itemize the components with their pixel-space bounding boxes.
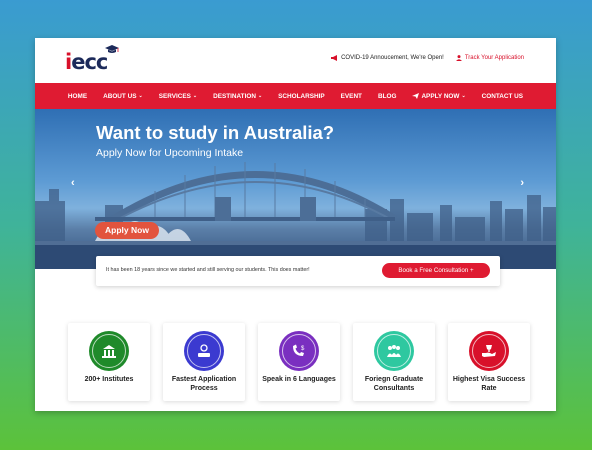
consultation-banner: It has been 18 years since we started an… xyxy=(96,256,500,286)
browser-frame: iecc COVID-19 Annoucement, We're Open! T… xyxy=(35,38,556,411)
chevron-down-icon: ⌄ xyxy=(192,93,198,99)
feature-label: Speak in 6 Languages xyxy=(262,376,336,383)
book-consultation-button[interactable]: Book a Free Consultation + xyxy=(382,263,490,278)
feature-card-fastest-application[interactable]: Fastest Application Process xyxy=(163,323,245,401)
main-navigation: HOME ABOUT US ⌄ SERVICES ⌄ DESTINATION ⌄ SC… xyxy=(35,83,556,109)
graduates-icon xyxy=(374,331,414,371)
feature-card-languages[interactable]: $ Speak in 6 Languages xyxy=(258,323,340,401)
paper-plane-icon xyxy=(412,93,420,99)
nav-label: SERVICES xyxy=(158,92,191,100)
feature-label: Highest Visa Success Rate xyxy=(452,376,526,392)
nav-label: ABOUT US xyxy=(103,92,137,100)
nav-label: APPLY NOW xyxy=(421,92,460,100)
nav-label: BLOG xyxy=(377,92,397,100)
hand-trophy-icon xyxy=(469,331,509,371)
feature-card-visa-success[interactable]: Highest Visa Success Rate xyxy=(448,323,530,401)
slider-prev-arrow-icon[interactable]: ‹ xyxy=(71,177,75,189)
feature-card-consultants[interactable]: Foriegn Graduate Consultants xyxy=(353,323,435,401)
feature-label: 200+ Institutes xyxy=(84,376,134,383)
nav-label: EVENT xyxy=(340,92,362,100)
nav-label: DESTINATION xyxy=(213,92,256,100)
nav-item-home[interactable]: HOME xyxy=(60,93,95,100)
nav-item-destination[interactable]: DESTINATION ⌄ xyxy=(205,93,270,100)
feature-label: Foriegn Graduate Consultants xyxy=(364,376,424,392)
megaphone-icon xyxy=(331,55,338,61)
chevron-down-icon: ⌄ xyxy=(138,93,143,99)
phone-dollar-icon: $ xyxy=(279,331,319,371)
feature-label: Fastest Application Process xyxy=(171,376,237,392)
nav-item-services[interactable]: SERVICES ⌄ xyxy=(151,93,205,100)
nav-item-about-us[interactable]: ABOUT US ⌄ xyxy=(95,93,151,100)
nav-item-scholarship[interactable]: SCHOLARSHIP xyxy=(270,93,333,100)
nav-label: CONTACT US xyxy=(481,92,524,100)
nav-item-contact-us[interactable]: CONTACT US xyxy=(474,93,531,100)
hero-slider: Want to study in Australia? Apply Now fo… xyxy=(35,109,556,269)
nav-item-blog[interactable]: BLOG xyxy=(370,93,404,100)
svg-text:$: $ xyxy=(301,346,305,352)
consultation-text: It has been 18 years since we started an… xyxy=(106,267,310,273)
nav-label: SCHOLARSHIP xyxy=(278,92,325,100)
apply-now-button[interactable]: Apply Now xyxy=(95,222,159,239)
track-link-label: Track Your Application xyxy=(464,55,524,61)
site-logo[interactable]: iecc xyxy=(65,45,125,74)
feature-card-institutes[interactable]: 200+ Institutes xyxy=(68,323,150,401)
site-header: iecc COVID-19 Annoucement, We're Open! T… xyxy=(35,38,556,83)
logo-text: iecc xyxy=(65,50,108,74)
covid-link-label: COVID-19 Annoucement, We're Open! xyxy=(341,55,444,61)
feature-cards: 200+ Institutes Fastest Application Proc… xyxy=(68,323,530,401)
building-icon xyxy=(89,331,129,371)
nav-label: HOME xyxy=(67,92,88,100)
nav-item-apply-now[interactable]: APPLY NOW ⌄ xyxy=(404,93,473,100)
track-application-link[interactable]: Track Your Application xyxy=(455,55,524,61)
chevron-down-icon: ⌄ xyxy=(461,93,466,99)
hero-title: Want to study in Australia? xyxy=(96,122,335,143)
covid-announcement-link[interactable]: COVID-19 Annoucement, We're Open! xyxy=(331,55,444,61)
slider-next-arrow-icon[interactable]: › xyxy=(520,177,524,189)
chevron-down-icon: ⌄ xyxy=(257,93,263,99)
nav-item-event[interactable]: EVENT xyxy=(333,93,370,100)
user-icon xyxy=(455,55,462,61)
clipboard-icon xyxy=(184,331,224,371)
graduation-cap-icon xyxy=(105,45,119,53)
hero-subtitle: Apply Now for Upcoming Intake xyxy=(96,147,244,159)
